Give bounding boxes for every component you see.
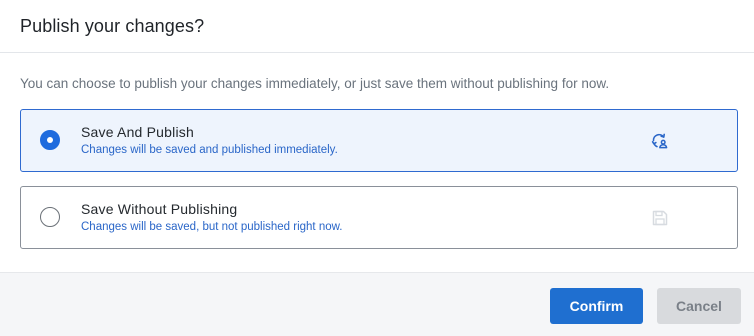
option-text: Save Without Publishing Changes will be … [81, 201, 342, 235]
confirm-button[interactable]: Confirm [550, 288, 643, 324]
dialog-description: You can choose to publish your changes i… [20, 76, 610, 91]
radio-save-without-publishing[interactable] [40, 207, 60, 227]
dialog-header: Publish your changes? [0, 0, 754, 53]
option-save-and-publish[interactable]: Save And Publish Changes will be saved a… [20, 109, 738, 172]
dialog-footer: Confirm Cancel [0, 272, 754, 336]
option-subtitle: Changes will be saved, but not published… [81, 221, 343, 233]
publish-dialog: Publish your changes? You can choose to … [0, 0, 754, 336]
cancel-button[interactable]: Cancel [657, 288, 741, 324]
option-title: Save Without Publishing [81, 201, 238, 217]
dialog-body: You can choose to publish your changes i… [0, 53, 754, 249]
save-disk-icon [651, 209, 669, 227]
radio-save-and-publish[interactable] [40, 130, 60, 150]
option-text: Save And Publish Changes will be saved a… [81, 124, 338, 158]
option-subtitle: Changes will be saved and published imme… [81, 144, 338, 156]
dialog-title: Publish your changes? [20, 15, 205, 36]
option-save-without-publishing[interactable]: Save Without Publishing Changes will be … [20, 186, 738, 249]
sync-publish-icon [651, 132, 669, 150]
option-title: Save And Publish [81, 124, 194, 140]
